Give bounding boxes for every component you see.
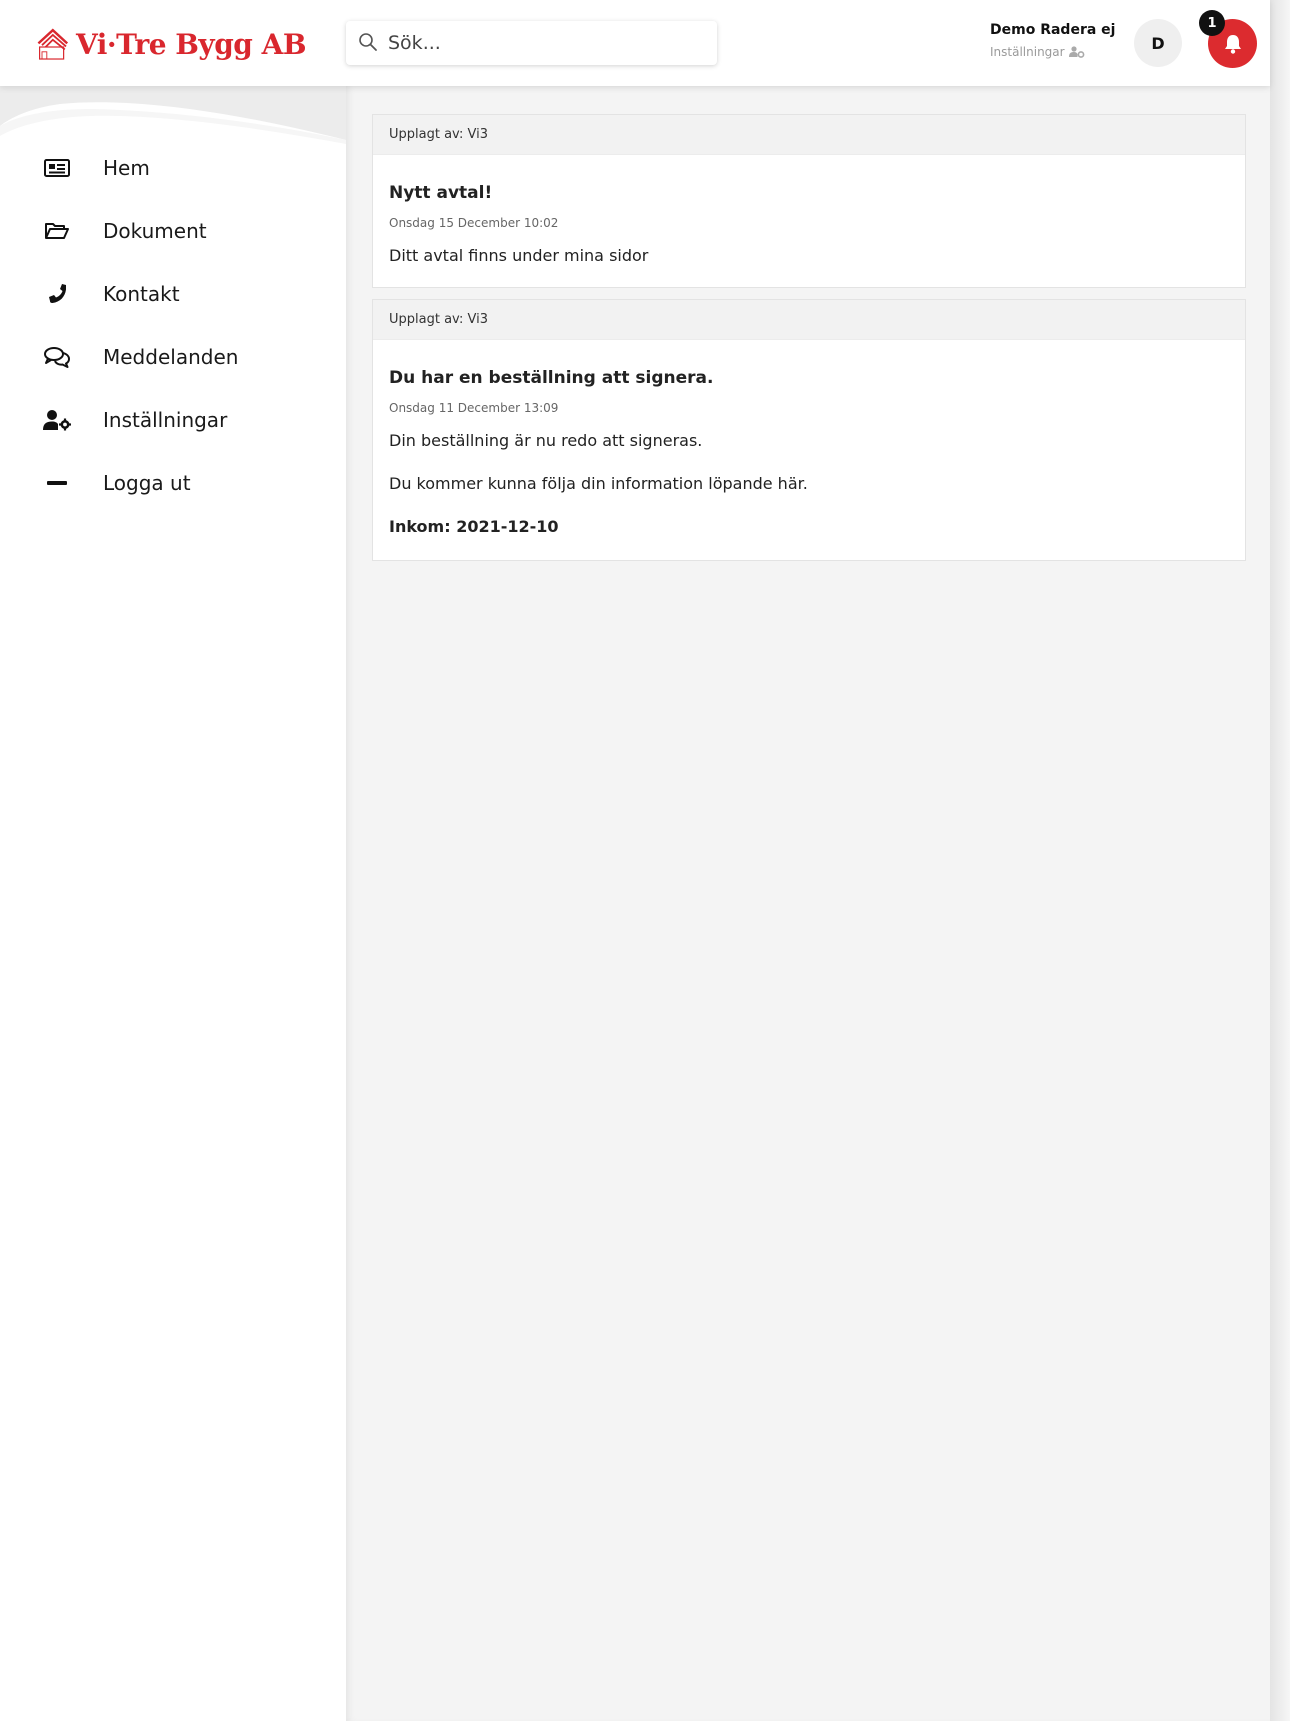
- notification-count-badge: 1: [1199, 10, 1225, 36]
- search-input[interactable]: [388, 21, 708, 65]
- post-card: Upplagt av: Vi3 Nytt avtal! Onsdag 15 De…: [372, 114, 1246, 288]
- user-name: Demo Radera ej: [990, 22, 1116, 38]
- sidebar-item-kontakt[interactable]: Kontakt: [0, 262, 346, 325]
- sidebar-item-installningar[interactable]: Inställningar: [0, 388, 346, 451]
- user-settings-label: Inställningar: [990, 45, 1065, 59]
- post-title: Nytt avtal!: [389, 183, 493, 203]
- sidebar-item-meddelanden[interactable]: Meddelanden: [0, 325, 346, 388]
- sidebar-item-label: Dokument: [103, 218, 207, 243]
- brand-logo[interactable]: Vi·Tre Bygg AB: [36, 16, 306, 72]
- chat-bubbles-icon: [42, 346, 72, 368]
- sidebar-nav: Hem Dokument Kontakt Meddelanden Inställ…: [0, 136, 346, 514]
- page-scrollbar-track[interactable]: [1270, 0, 1290, 1721]
- post-text: Ditt avtal finns under mina sidor: [389, 246, 649, 265]
- folder-open-icon: [42, 221, 72, 241]
- sidebar: Hem Dokument Kontakt Meddelanden Inställ…: [0, 86, 346, 1721]
- sidebar-item-label: Inställningar: [103, 407, 228, 432]
- post-text: Din beställning är nu redo att signeras.: [389, 431, 703, 450]
- post-date: Onsdag 11 December 13:09: [389, 401, 559, 415]
- post-date: Onsdag 15 December 10:02: [389, 216, 559, 230]
- post-card: Upplagt av: Vi3 Du har en beställning at…: [372, 299, 1246, 561]
- top-header: Vi·Tre Bygg AB Demo Radera ej Inställnin…: [0, 0, 1270, 86]
- user-gear-icon: [42, 409, 72, 431]
- sidebar-item-dokument[interactable]: Dokument: [0, 199, 346, 262]
- sidebar-item-label: Meddelanden: [103, 344, 239, 369]
- newspaper-icon: [42, 158, 72, 178]
- post-author: Upplagt av: Vi3: [373, 115, 1245, 155]
- minus-icon: [42, 480, 72, 486]
- bell-icon: [1224, 34, 1241, 54]
- sidebar-item-label: Logga ut: [103, 470, 191, 495]
- phone-icon: [42, 282, 72, 306]
- house-logo-icon: [37, 28, 69, 60]
- post-title: Du har en beställning att signera.: [389, 368, 714, 388]
- user-settings-link[interactable]: Inställningar: [990, 45, 1120, 59]
- search-icon: [359, 33, 377, 51]
- post-received-date: Inkom: 2021-12-10: [389, 517, 559, 536]
- post-author: Upplagt av: Vi3: [373, 300, 1245, 340]
- sidebar-item-hem[interactable]: Hem: [0, 136, 346, 199]
- post-text: Du kommer kunna följa din information lö…: [389, 474, 808, 493]
- search-box[interactable]: [346, 21, 717, 65]
- sidebar-item-logga-ut[interactable]: Logga ut: [0, 451, 346, 514]
- avatar[interactable]: D: [1134, 19, 1182, 67]
- sidebar-item-label: Kontakt: [103, 281, 180, 306]
- sidebar-item-label: Hem: [103, 155, 150, 180]
- user-info[interactable]: Demo Radera ej Inställningar: [990, 22, 1120, 59]
- user-gear-icon: [1068, 46, 1084, 58]
- brand-name: Vi·Tre Bygg AB: [76, 27, 306, 61]
